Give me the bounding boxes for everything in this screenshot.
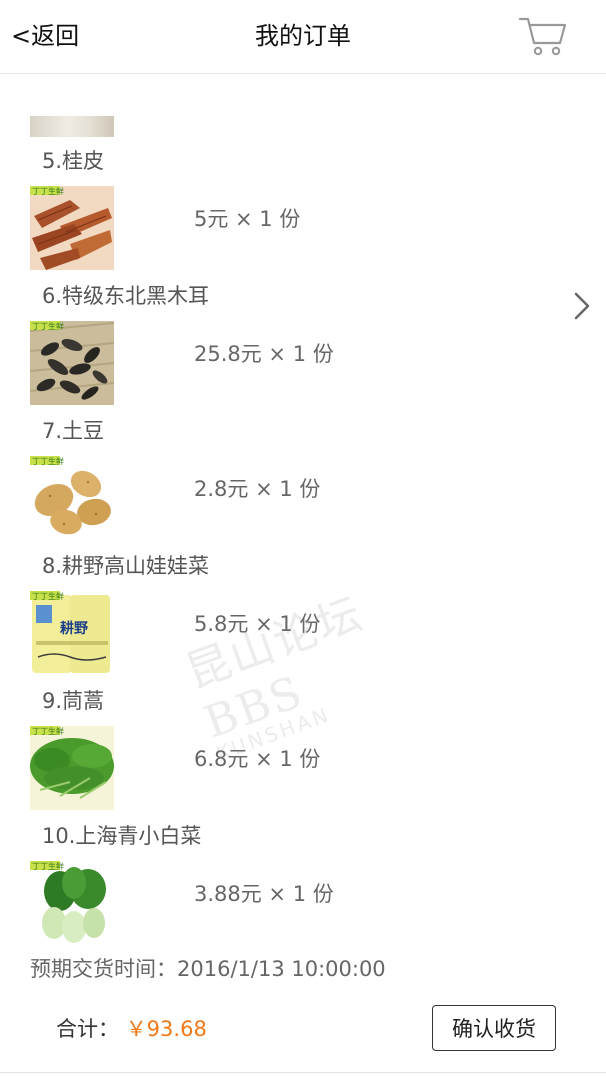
- order-item: 7.土豆 丁丁生鲜 2.8元 × 1 份: [0, 416, 606, 551]
- item-name: 8.耕野高山娃娃菜: [42, 554, 210, 578]
- header-bar: <返回 我的订单: [0, 0, 606, 74]
- order-item: 5.桂皮 丁丁生鲜 5元 × 1 份: [0, 146, 606, 281]
- item-price-quantity: 6.8元 × 1 份: [194, 747, 321, 771]
- thumb-badge: 丁丁生鲜: [32, 861, 64, 871]
- item-price-quantity: 2.8元 × 1 份: [194, 477, 321, 501]
- page-title: 我的订单: [255, 22, 351, 50]
- black-fungus-thumbnail: 丁丁生鲜: [30, 321, 114, 405]
- thumb-badge: 丁丁生鲜: [32, 321, 64, 331]
- thumb-badge: 丁丁生鲜: [32, 186, 64, 196]
- order-item-list[interactable]: 5.桂皮 丁丁生鲜 5元 × 1 份 6.特级东北黑木耳 丁丁生鲜 25.8元 …: [0, 74, 606, 994]
- baby-cabbage-thumbnail: 丁丁生鲜 耕野: [30, 591, 114, 675]
- package-label: 耕野: [60, 620, 88, 637]
- total-label: 合计：: [56, 1017, 119, 1041]
- bok-choy-thumbnail: 丁丁生鲜: [30, 861, 114, 945]
- item-price-quantity: 25.8元 × 1 份: [194, 342, 334, 366]
- item-price-quantity: 3.88元 × 1 份: [194, 882, 334, 906]
- item-price-quantity: 5.8元 × 1 份: [194, 612, 321, 636]
- thumb-badge: 丁丁生鲜: [32, 456, 64, 466]
- expected-delivery-time: 预期交货时间：2016/1/13 10:00:00: [30, 957, 386, 981]
- item-name: 6.特级东北黑木耳: [42, 284, 210, 308]
- partial-item-thumbnail: [30, 116, 114, 137]
- confirm-receipt-button[interactable]: 确认收货: [432, 1005, 556, 1051]
- thumb-badge: 丁丁生鲜: [32, 591, 64, 601]
- thumb-badge: 丁丁生鲜: [32, 726, 64, 736]
- crown-daisy-thumbnail: 丁丁生鲜: [30, 726, 114, 810]
- item-name: 9.茼蒿: [42, 689, 105, 713]
- chevron-right-icon[interactable]: [570, 290, 594, 322]
- order-page: <返回 我的订单 5.桂皮 丁丁生鲜 5元 × 1 份 6.特级东北黑木耳 丁丁…: [0, 0, 606, 1077]
- cinnamon-thumbnail: 丁丁生鲜: [30, 186, 114, 270]
- divider: [0, 1072, 606, 1073]
- potato-thumbnail: 丁丁生鲜: [30, 456, 114, 540]
- order-item: 8.耕野高山娃娃菜 丁丁生鲜 耕野 5.8元 × 1 份: [0, 551, 606, 686]
- order-item: 6.特级东北黑木耳 丁丁生鲜 25.8元 × 1 份: [0, 281, 606, 416]
- item-name: 5.桂皮: [42, 149, 105, 173]
- order-total: 合计： ￥93.68: [56, 1014, 207, 1044]
- order-item: 9.茼蒿 丁丁生鲜 6.8元 × 1 份: [0, 686, 606, 821]
- shopping-cart-icon[interactable]: [518, 13, 568, 59]
- item-price-quantity: 5元 × 1 份: [194, 207, 301, 231]
- total-amount: ￥93.68: [125, 1017, 207, 1041]
- item-name: 10.上海青小白菜: [42, 824, 202, 848]
- order-item: 10.上海青小白菜 丁丁生鲜 3.88元 × 1 份: [0, 821, 606, 956]
- item-name: 7.土豆: [42, 419, 105, 443]
